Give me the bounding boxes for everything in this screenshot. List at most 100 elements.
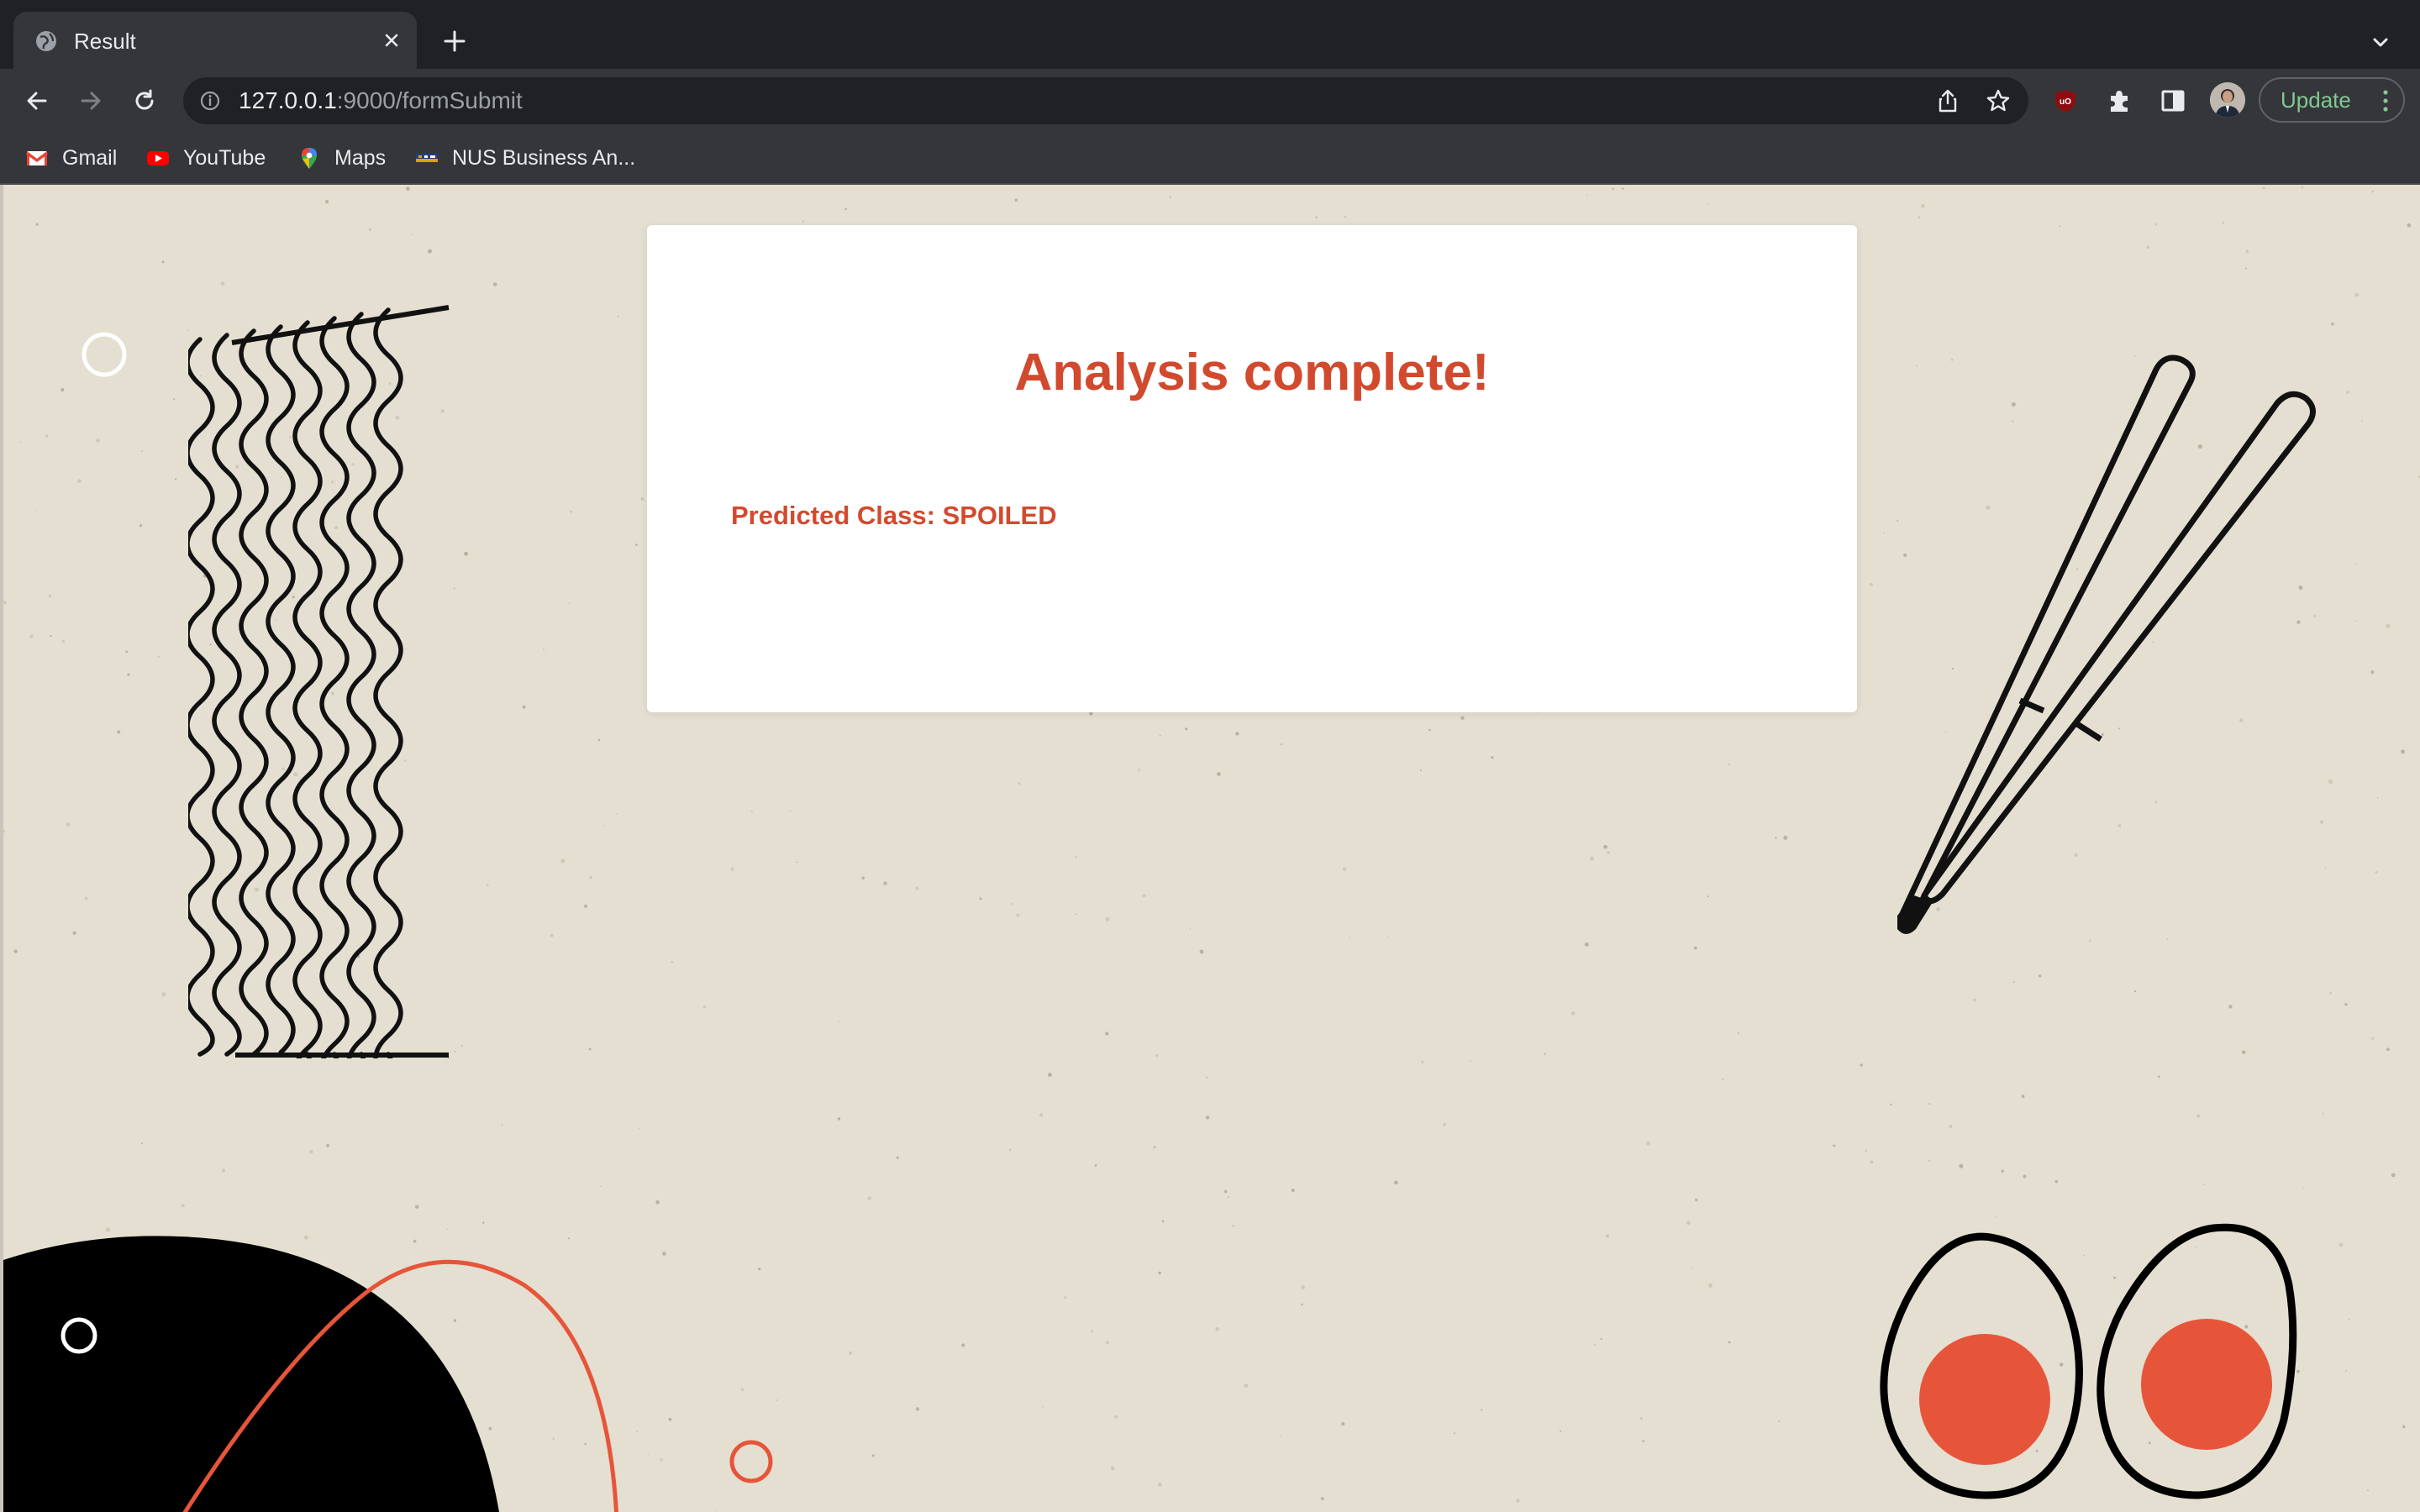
- speckle: [1865, 1149, 1867, 1152]
- speckle: [1890, 1103, 1892, 1106]
- bookmark-maps[interactable]: Maps: [297, 143, 395, 173]
- speckle: [1235, 732, 1239, 736]
- speckle: [406, 186, 410, 191]
- speckle: [157, 655, 160, 659]
- speckle: [125, 650, 129, 654]
- speckle: [3, 601, 7, 605]
- close-icon[interactable]: [378, 27, 405, 54]
- speckle: [1775, 837, 1777, 839]
- speckle: [2346, 391, 2349, 394]
- speckle: [570, 510, 573, 513]
- speckle: [29, 634, 34, 638]
- address-bar[interactable]: 127.0.0.1:9000/formSubmit: [183, 77, 2028, 124]
- speckle: [1153, 1146, 1156, 1148]
- speckle: [1320, 1497, 1324, 1500]
- speckle: [588, 1047, 592, 1051]
- share-icon[interactable]: [1934, 87, 1961, 114]
- speckle: [1341, 1422, 1345, 1426]
- speckle: [915, 1407, 920, 1411]
- profile-avatar[interactable]: [2210, 82, 2245, 118]
- speckle: [1016, 913, 1020, 917]
- update-button-label: Update: [2281, 87, 2351, 113]
- speckle: [1443, 1122, 1446, 1126]
- speckle: [1646, 1141, 1651, 1146]
- speckle: [3, 830, 5, 833]
- speckle: [802, 220, 804, 223]
- speckle: [1586, 194, 1588, 196]
- back-arrow-icon[interactable]: [22, 86, 52, 116]
- speckle: [1420, 769, 1422, 771]
- maps-icon: [302, 148, 317, 169]
- speckle: [1584, 942, 1589, 947]
- speckle: [60, 387, 65, 392]
- speckle: [896, 1156, 899, 1159]
- speckle: [1708, 1283, 1712, 1288]
- speckle: [61, 639, 66, 643]
- side-panel-icon[interactable]: [2158, 86, 2188, 116]
- reload-icon[interactable]: [129, 86, 160, 116]
- update-button[interactable]: Update: [2259, 77, 2405, 123]
- new-tab-icon[interactable]: [440, 27, 469, 55]
- speckle: [220, 281, 225, 286]
- bookmark-nus-business[interactable]: NUS Business An...: [415, 143, 642, 173]
- speckle: [789, 810, 792, 812]
- speckle: [1593, 1343, 1596, 1347]
- browser-tab[interactable]: Result: [13, 12, 417, 69]
- speckle: [1686, 1221, 1691, 1226]
- speckle: [1883, 532, 1886, 534]
- speckle: [2021, 1095, 2025, 1099]
- speckle: [1612, 187, 1615, 191]
- speckle: [740, 1388, 744, 1391]
- speckle: [96, 438, 100, 443]
- speckle: [446, 1228, 449, 1231]
- noodle-strand: [319, 316, 350, 1058]
- speckle: [1691, 1268, 1693, 1270]
- speckle: [1014, 198, 1018, 202]
- ublock-icon[interactable]: uO: [2050, 86, 2081, 116]
- bookmark-gmail[interactable]: Gmail: [25, 143, 126, 173]
- speckle: [2344, 1003, 2348, 1006]
- speckle: [2023, 1174, 2027, 1179]
- speckle: [2301, 186, 2304, 189]
- youtube-icon: [147, 151, 169, 165]
- speckle: [1215, 1326, 1219, 1331]
- speckle: [1159, 734, 1161, 736]
- speckle: [1387, 936, 1390, 937]
- speckle: [140, 450, 144, 453]
- forward-arrow-icon[interactable]: [76, 86, 106, 116]
- extensions-puzzle-icon[interactable]: [2104, 86, 2134, 116]
- speckle: [415, 1205, 419, 1209]
- speckle: [1291, 1189, 1295, 1192]
- speckle: [1232, 1225, 1234, 1227]
- bookmark-star-icon[interactable]: [1985, 87, 2012, 114]
- speckle: [1607, 851, 1610, 854]
- speckle: [1041, 1405, 1044, 1408]
- speckle: [1695, 1198, 1698, 1202]
- speckle: [1921, 203, 1925, 208]
- speckle: [639, 1127, 641, 1130]
- speckle: [1544, 1053, 1546, 1055]
- prediction-result: Predicted Class: SPOILED: [731, 501, 1057, 530]
- bookmark-youtube[interactable]: YouTube: [146, 143, 271, 173]
- speckle: [1105, 1032, 1109, 1036]
- speckle: [460, 1044, 463, 1047]
- bookmark-label: NUS Business An...: [452, 146, 636, 170]
- speckle: [522, 705, 526, 709]
- speckle: [837, 1021, 839, 1023]
- speckle: [1870, 1160, 1874, 1164]
- speckle: [542, 648, 545, 651]
- speckle: [1301, 1303, 1303, 1306]
- speckle: [368, 228, 372, 231]
- speckle: [13, 949, 18, 953]
- info-icon[interactable]: [198, 89, 222, 113]
- speckle: [640, 496, 644, 501]
- speckle: [1722, 1078, 1724, 1080]
- speckle: [1870, 582, 1873, 586]
- chevron-down-icon[interactable]: [2368, 30, 2393, 55]
- speckle: [2386, 1047, 2390, 1052]
- speckle: [1860, 1063, 1863, 1067]
- speckle: [2329, 992, 2333, 995]
- speckle: [1918, 216, 1921, 219]
- noodle-strand: [266, 324, 296, 1055]
- speckle: [2245, 267, 2248, 270]
